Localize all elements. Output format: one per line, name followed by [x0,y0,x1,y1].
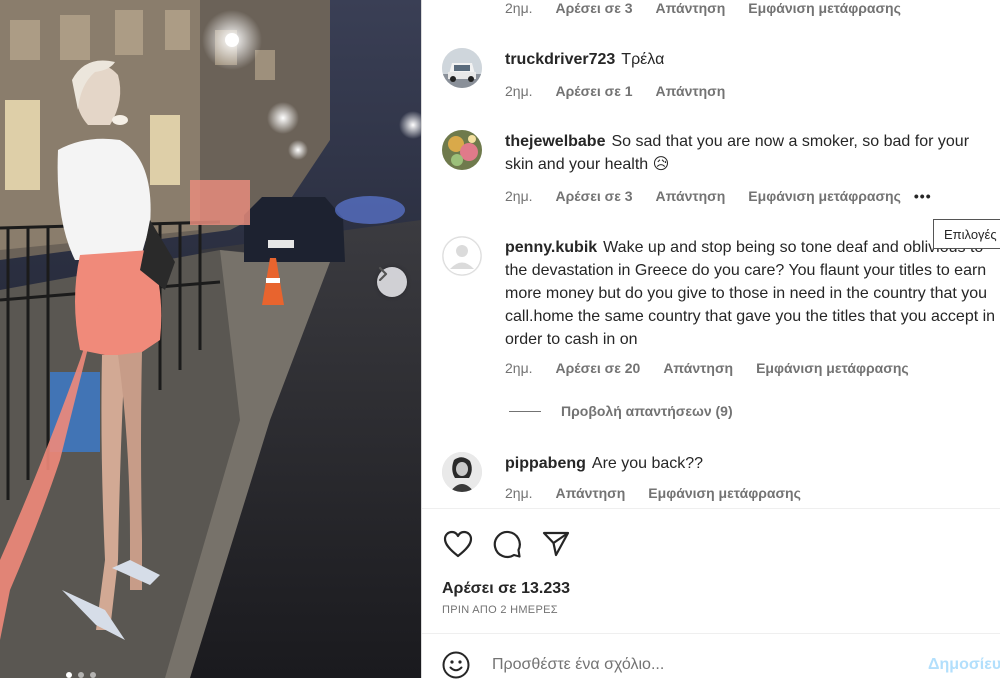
comment-text: thejewelbabe So sad that you are now a sm… [505,130,1000,176]
show-translation-button[interactable]: Εμφάνιση μετάφρασης [748,188,901,204]
slide-dot-active [66,672,72,678]
default-avatar-icon [442,236,482,276]
avatar[interactable] [442,236,482,276]
comment-meta: 2ημ. Αρέσει σε 3 Απάντηση Εμφάνιση μετάφ… [505,0,901,16]
reply-button[interactable]: Απάντηση [656,188,726,204]
truck-avatar-icon [442,48,482,88]
reply-button[interactable]: Απάντηση [656,0,726,16]
comment-text: penny.kubik Wake up and stop being so ton… [505,236,1000,351]
add-comment-bar: Δημοσίευση [422,633,1000,679]
comment-text: truckdriver723 Τρέλα [505,48,1000,71]
comment-meta: 2ημ. Απάντηση Εμφάνιση μετάφρασης [505,485,801,501]
comment-username[interactable]: thejewelbabe [505,133,605,150]
jewel-avatar-icon [442,130,482,170]
street-photo-illustration [0,0,421,678]
avatar[interactable] [442,130,482,170]
share-button[interactable] [540,528,572,560]
reply-button[interactable]: Απάντηση [556,485,626,501]
view-replies-button[interactable]: Προβολή απαντήσεων (9) [509,403,733,419]
portrait-avatar-icon [442,452,482,492]
comment-time: 2ημ. [505,83,533,99]
comment-meta: 2ημ. Αρέσει σε 3 Απάντηση Εμφάνιση μετάφ… [505,188,932,204]
comment-time: 2ημ. [505,485,533,501]
options-tooltip: Επιλογές [933,219,1000,249]
post-photo [0,0,421,678]
reply-button[interactable]: Απάντηση [663,360,733,376]
chevron-right-icon [378,267,388,281]
avatar[interactable] [442,452,482,492]
emoji-button[interactable] [442,651,470,679]
comment-username[interactable]: penny.kubik [505,239,597,256]
divider-line [509,410,541,412]
comment-likes-link[interactable]: Αρέσει σε 20 [556,360,641,376]
post-comment-button[interactable]: Δημοσίευση [928,656,1000,674]
comment-input[interactable] [492,656,912,674]
comment-body: Are you back?? [591,455,704,472]
comments-list[interactable]: 2ημ. Αρέσει σε 3 Απάντηση Εμφάνιση μετάφ… [422,0,1000,508]
post-actions: Αρέσει σε 13.233 ΠΡΙΝ ΑΠΟ 2 ΗΜΕΡΕΣ [422,508,1000,616]
likes-count[interactable]: Αρέσει σε 13.233 [442,580,570,598]
show-translation-button[interactable]: Εμφάνιση μετάφρασης [748,0,901,16]
avatar[interactable] [442,48,482,88]
comments-panel: 2ημ. Αρέσει σε 3 Απάντηση Εμφάνιση μετάφ… [421,0,1000,679]
comment-username[interactable]: truckdriver723 [505,51,615,68]
smiley-icon [442,651,470,679]
next-photo-button[interactable] [377,267,407,297]
show-translation-button[interactable]: Εμφάνιση μετάφρασης [648,485,801,501]
view-replies-label: Προβολή απαντήσεων (9) [561,403,733,419]
comment-text: pippabeng Are you back?? [505,452,1000,475]
action-icons [442,528,572,560]
like-button[interactable] [442,528,474,560]
comment-body: Τρέλα [621,51,665,68]
comment-button[interactable] [491,528,523,560]
slide-indicator [66,672,96,678]
comment-bubble-icon [493,530,521,558]
comment-time: 2ημ. [505,188,533,204]
comment-likes-link[interactable]: Αρέσει σε 3 [556,0,633,16]
comment-meta: 2ημ. Αρέσει σε 1 Απάντηση [505,83,725,99]
more-options-icon[interactable]: ••• [914,188,932,204]
reply-button[interactable]: Απάντηση [656,83,726,99]
post-time: ΠΡΙΝ ΑΠΟ 2 ΗΜΕΡΕΣ [442,604,558,616]
slide-dot [78,672,84,678]
comment-time: 2ημ. [505,360,533,376]
comment-meta: 2ημ. Αρέσει σε 20 Απάντηση Εμφάνιση μετά… [505,360,909,376]
paper-plane-icon [542,531,570,557]
comment-username[interactable]: pippabeng [505,455,586,472]
comment-time: 2ημ. [505,0,533,16]
comment-likes-link[interactable]: Αρέσει σε 1 [556,83,633,99]
show-translation-button[interactable]: Εμφάνιση μετάφρασης [756,360,909,376]
slide-dot [90,672,96,678]
comment-likes-link[interactable]: Αρέσει σε 3 [556,188,633,204]
heart-icon [443,530,473,558]
